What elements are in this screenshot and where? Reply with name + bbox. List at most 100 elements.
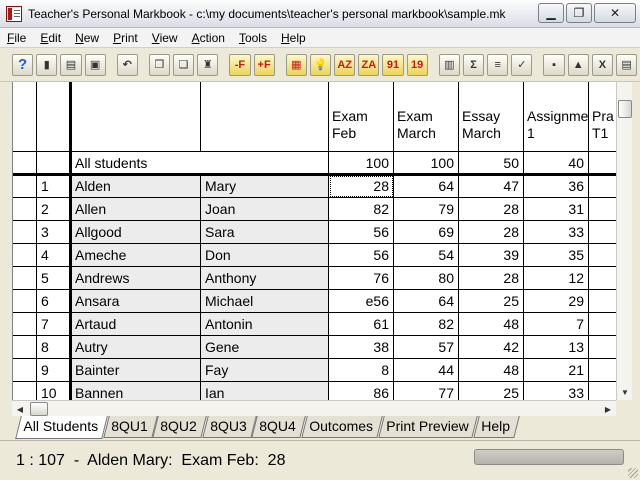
student-surname[interactable]: Bannen	[71, 382, 201, 400]
copy-icon[interactable]: ❐	[148, 53, 171, 76]
mark-cell[interactable]: 36	[524, 175, 589, 198]
max-mark-cell[interactable]	[589, 152, 616, 175]
page-icon[interactable]: ▪	[543, 53, 565, 76]
sort-za-icon[interactable]: ZA	[358, 53, 380, 76]
paste-icon[interactable]: ❏	[173, 53, 195, 76]
mark-cell[interactable]: 80	[394, 267, 459, 290]
student-row[interactable]: 8 Autry Gene 38 57 42 13	[13, 336, 616, 359]
menu-tools[interactable]: Tools	[232, 31, 274, 45]
mark-cell[interactable]	[589, 267, 616, 290]
save-icon[interactable]: ▣	[84, 53, 106, 76]
student-surname[interactable]: Andrews	[71, 267, 201, 290]
tab-all-students[interactable]: All Students	[15, 416, 108, 439]
decrease-font-icon[interactable]: -F	[229, 53, 251, 76]
mark-cell[interactable]: 48	[459, 313, 524, 336]
help-icon[interactable]: ?	[12, 53, 34, 76]
student-first-name[interactable]: Joan	[201, 198, 329, 221]
mark-cell[interactable]: 25	[459, 382, 524, 400]
max-mark-cell[interactable]: 100	[329, 152, 394, 175]
check-icon[interactable]: ✓	[511, 53, 533, 76]
markbook-grid[interactable]: Exam FebExam MarchEssay MarchAssignment …	[12, 82, 616, 400]
student-first-name[interactable]: Fay	[201, 359, 329, 382]
student-row[interactable]: 7 Artaud Antonin 61 82 48 7	[13, 313, 616, 336]
menu-edit[interactable]: Edit	[33, 31, 68, 45]
vertical-scrollbar[interactable]: ▼	[616, 82, 632, 400]
student-first-name[interactable]: Ian	[201, 382, 329, 400]
student-first-name[interactable]: Michael	[201, 290, 329, 313]
book-icon[interactable]: ▮	[36, 53, 58, 76]
student-surname[interactable]: Artaud	[71, 313, 201, 336]
app-icon[interactable]	[6, 5, 22, 22]
student-surname[interactable]: Bainter	[71, 359, 201, 382]
mark-cell[interactable]: 13	[524, 336, 589, 359]
scroll-down-arrow-icon[interactable]: ▼	[617, 384, 633, 400]
mark-cell[interactable]: 25	[459, 290, 524, 313]
mark-cell[interactable]: 44	[394, 359, 459, 382]
column-header[interactable]: Assignment 1	[524, 82, 589, 152]
mark-cell[interactable]: 31	[524, 198, 589, 221]
student-row[interactable]: 2 Allen Joan 82 79 28 31	[13, 198, 616, 221]
scroll-left-arrow-icon[interactable]: ◀	[12, 401, 28, 417]
tab-8qu3[interactable]: 8QU3	[202, 416, 257, 438]
student-surname[interactable]: Alden	[71, 175, 201, 198]
vertical-scroll-thumb[interactable]	[618, 100, 632, 118]
mark-cell[interactable]: 28	[459, 221, 524, 244]
student-first-name[interactable]: Anthony	[201, 267, 329, 290]
menu-view[interactable]: View	[145, 31, 185, 45]
student-first-name[interactable]: Antonin	[201, 313, 329, 336]
student-surname[interactable]: Ansara	[71, 290, 201, 313]
column-header[interactable]	[71, 82, 201, 152]
max-mark-cell[interactable]: 100	[394, 152, 459, 175]
sort-19-icon[interactable]: 19	[406, 53, 428, 76]
resize-grip-icon[interactable]	[628, 468, 638, 478]
student-first-name[interactable]: Gene	[201, 336, 329, 359]
increase-font-icon[interactable]: +F	[253, 53, 275, 76]
tab-print-preview[interactable]: Print Preview	[378, 416, 479, 438]
mark-cell[interactable]: 61	[329, 313, 394, 336]
mark-cell[interactable]: 42	[459, 336, 524, 359]
tab-8qu2[interactable]: 8QU2	[152, 416, 207, 438]
mark-cell[interactable]: 86	[329, 382, 394, 400]
mark-cell[interactable]: 21	[524, 359, 589, 382]
mark-cell[interactable]	[589, 175, 616, 198]
student-surname[interactable]: Autry	[71, 336, 201, 359]
column-header[interactable]	[37, 82, 71, 152]
column-header[interactable]: Exam March	[394, 82, 459, 152]
mark-cell[interactable]: 82	[394, 313, 459, 336]
student-surname[interactable]: Allen	[71, 198, 201, 221]
mark-cell[interactable]: 28	[459, 267, 524, 290]
close-button[interactable]: ✕	[594, 3, 636, 23]
mark-cell[interactable]: e56	[329, 290, 394, 313]
mark-cell[interactable]: 79	[394, 198, 459, 221]
mark-cell[interactable]	[589, 221, 616, 244]
find-icon[interactable]: ♜	[197, 53, 219, 76]
mark-cell[interactable]	[589, 336, 616, 359]
list-icon[interactable]: ≡	[487, 53, 509, 76]
idea-icon[interactable]: 💡	[309, 53, 332, 76]
mark-cell[interactable]: 47	[459, 175, 524, 198]
mark-cell[interactable]: 56	[329, 244, 394, 267]
tab-help[interactable]: Help	[473, 416, 520, 438]
mark-cell[interactable]: 77	[394, 382, 459, 400]
layout-icon[interactable]: ▥	[438, 53, 460, 76]
mark-cell[interactable]: 33	[524, 221, 589, 244]
mark-cell[interactable]: 48	[459, 359, 524, 382]
tab-outcomes[interactable]: Outcomes	[301, 416, 383, 438]
max-mark-cell[interactable]: 50	[459, 152, 524, 175]
menu-action[interactable]: Action	[185, 31, 232, 45]
mark-cell[interactable]: 56	[329, 221, 394, 244]
mark-cell[interactable]: 38	[329, 336, 394, 359]
mark-cell[interactable]: 12	[524, 267, 589, 290]
tab-8qu4[interactable]: 8QU4	[251, 416, 306, 438]
menu-help[interactable]: Help	[274, 31, 313, 45]
max-mark-cell[interactable]: 40	[524, 152, 589, 175]
open-folder-icon[interactable]: ▤	[60, 53, 82, 76]
mark-cell[interactable]	[589, 198, 616, 221]
student-row[interactable]: 5 Andrews Anthony 76 80 28 12	[13, 267, 616, 290]
student-first-name[interactable]: Don	[201, 244, 329, 267]
student-first-name[interactable]: Sara	[201, 221, 329, 244]
sort-az-icon[interactable]: AZ	[334, 53, 356, 76]
mark-cell[interactable]: 8	[329, 359, 394, 382]
report-icon[interactable]: ▤	[615, 53, 638, 76]
student-row[interactable]: 9 Bainter Fay 8 44 48 21	[13, 359, 616, 382]
